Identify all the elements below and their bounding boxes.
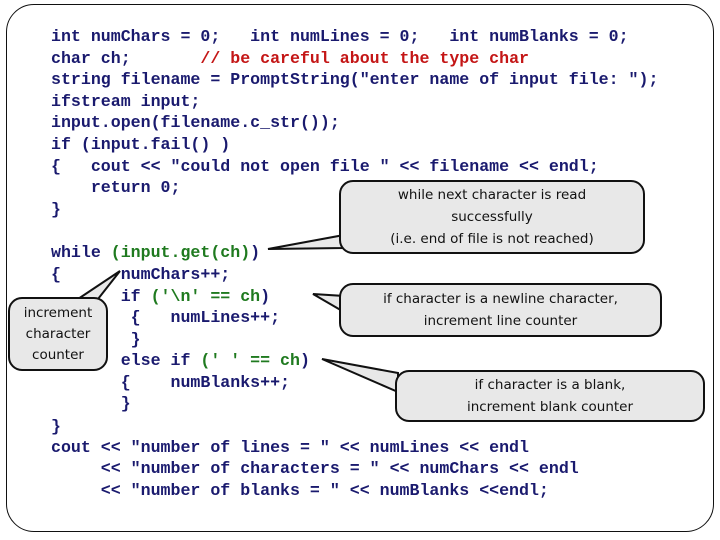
pointer-while-read (267, 233, 345, 250)
pointer-blank (321, 358, 399, 394)
callout-newline: if character is a newline character, inc… (339, 283, 662, 337)
callout-line: if character is a blank, (474, 377, 626, 393)
pointer-char-counter (74, 270, 121, 300)
callout-blank: if character is a blank, increment blank… (395, 370, 705, 422)
callout-while-read: while next character is read successfull… (339, 180, 645, 254)
callout-line: (i.e. end of file is not reached) (390, 231, 594, 247)
callout-line: while next character is read (397, 187, 587, 203)
callout-line: increment line counter (423, 313, 578, 329)
callout-line: character (25, 325, 91, 342)
callout-line: successfully (451, 209, 533, 225)
callout-line: counter (32, 346, 84, 363)
callout-char-counter: increment character counter (8, 297, 108, 371)
callout-pointers (74, 233, 399, 394)
callout-line: increment (23, 304, 93, 321)
callout-line: if character is a newline character, (383, 291, 618, 307)
callout-line: increment blank counter (466, 399, 634, 415)
